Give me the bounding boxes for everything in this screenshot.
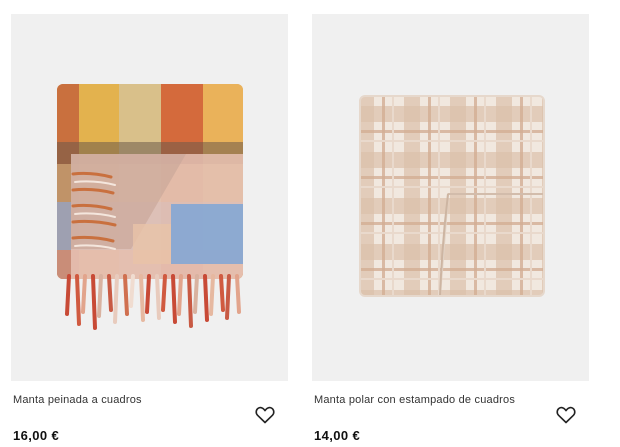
plaid-blanket-image xyxy=(57,84,243,330)
product-image-link[interactable] xyxy=(312,14,589,381)
fleece-blanket-image xyxy=(359,95,545,297)
heart-outline-icon[interactable] xyxy=(555,404,577,426)
product-name[interactable]: Manta peinada a cuadros xyxy=(13,394,142,406)
product-card: Manta peinada a cuadros 16,00 € xyxy=(11,0,288,447)
product-card: Manta polar con estampado de cuadros 14,… xyxy=(312,0,589,447)
product-price: 16,00 € xyxy=(13,428,60,443)
heart-outline-icon[interactable] xyxy=(254,404,276,426)
product-price: 14,00 € xyxy=(314,428,361,443)
product-name[interactable]: Manta polar con estampado de cuadros xyxy=(314,394,515,406)
product-image-link[interactable] xyxy=(11,14,288,381)
